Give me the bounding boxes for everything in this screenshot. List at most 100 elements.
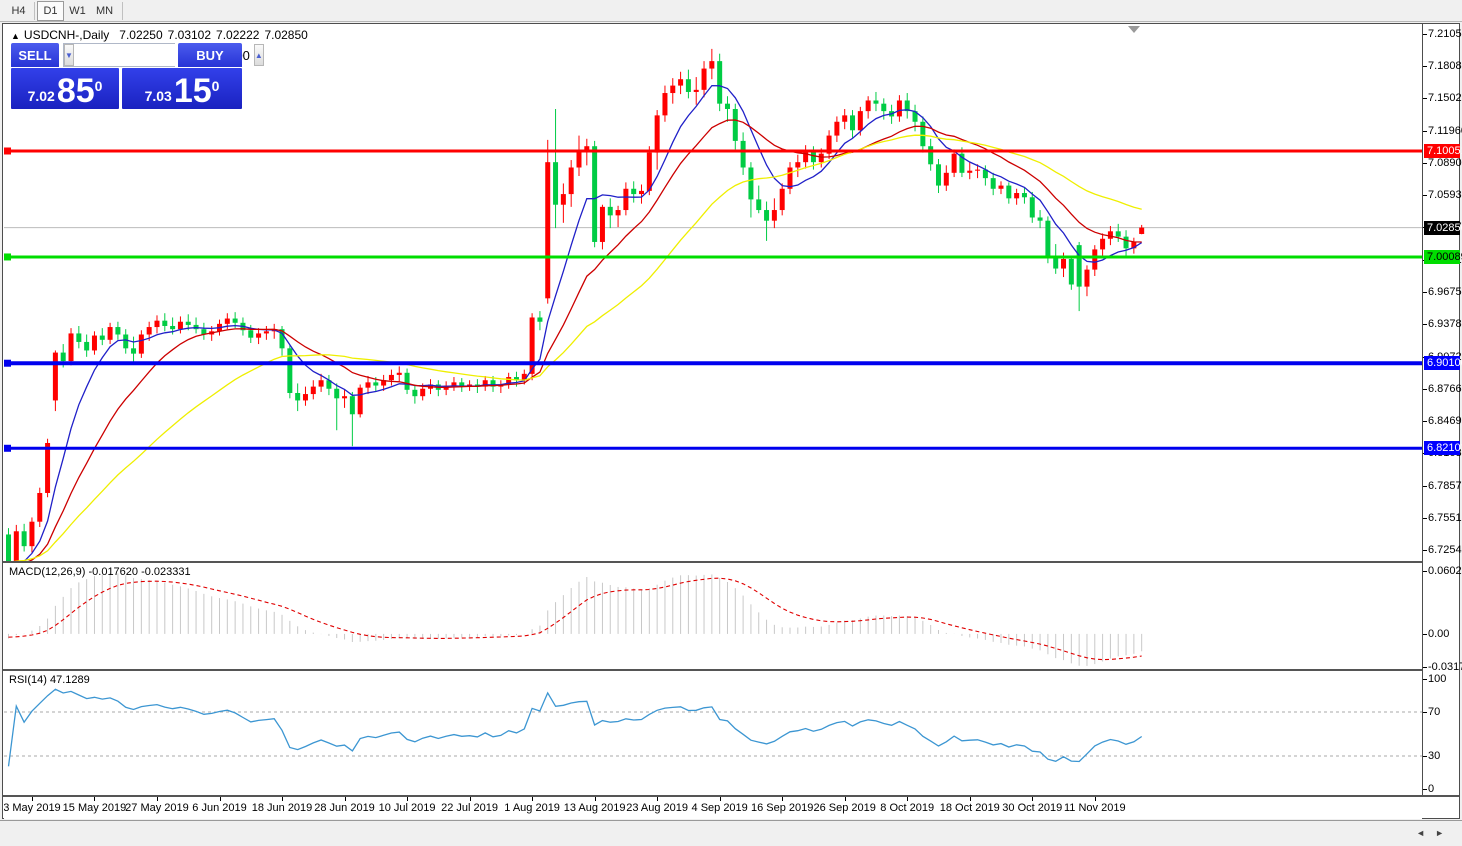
candle-body	[639, 191, 644, 194]
axis-tick	[1423, 571, 1427, 572]
candle-body	[975, 170, 980, 171]
line-edge-handle[interactable]	[4, 360, 11, 367]
time-axis-tick	[845, 797, 846, 801]
candle-body	[850, 115, 855, 130]
time-axis-label: 13 Aug 2019	[564, 802, 626, 814]
candle-body	[725, 104, 730, 109]
chart-shift-marker-icon[interactable]	[1128, 26, 1140, 33]
time-axis-label: 15 May 2019	[63, 802, 127, 814]
price-axis-label: 7.21050	[1428, 28, 1462, 40]
candle-body	[811, 152, 816, 163]
candle-body	[420, 389, 425, 396]
timeframe-button-w1[interactable]: W1	[64, 1, 91, 21]
time-axis-tick	[970, 797, 971, 801]
collapse-panel-icon[interactable]: ▲	[11, 31, 20, 41]
candle-body	[576, 152, 581, 168]
axis-tick	[1423, 789, 1427, 790]
candle-body	[1108, 231, 1113, 238]
candle-body	[459, 382, 464, 385]
candle-body	[920, 122, 925, 146]
rsi-axis-label: 70	[1428, 706, 1440, 718]
price-axis[interactable]: 7.210507.180807.150207.119607.089007.059…	[1422, 24, 1459, 795]
time-axis-tick	[32, 797, 33, 801]
macd-chart-canvas[interactable]	[4, 563, 1422, 669]
candle-body	[592, 146, 597, 242]
candle-body	[69, 333, 74, 361]
axis-tick	[1423, 66, 1427, 67]
candle-body	[717, 61, 722, 104]
time-axis-tick	[345, 797, 346, 801]
volume-decrease-icon[interactable]: ▼	[64, 44, 74, 66]
price-axis-label: 6.75510	[1428, 512, 1462, 524]
macd-axis-label: 0.060273	[1428, 565, 1462, 577]
sell-button[interactable]: SELL	[11, 43, 59, 67]
line-edge-handle[interactable]	[4, 445, 11, 452]
candle-body	[537, 317, 542, 321]
axis-tick	[1423, 389, 1427, 390]
candle-body	[256, 333, 261, 337]
time-axis-label: 18 Oct 2019	[940, 802, 1000, 814]
time-axis[interactable]: 3 May 201915 May 201927 May 20196 Jun 20…	[4, 797, 1422, 819]
candle-body	[1100, 239, 1105, 250]
time-axis-label: 3 May 2019	[4, 802, 61, 814]
buy-button[interactable]: BUY	[178, 43, 242, 67]
axis-tick	[1423, 712, 1427, 713]
macd-label: MACD(12,26,9)	[9, 566, 85, 578]
candle-body	[764, 210, 769, 221]
rsi-axis-label: 100	[1428, 673, 1446, 685]
timeframe-button-d1[interactable]: D1	[37, 1, 64, 21]
candle-body	[389, 375, 394, 380]
candle-body	[451, 382, 456, 385]
ohlc-open: 7.02250	[119, 28, 162, 42]
toolbar-separator	[34, 2, 35, 20]
timeframe-button-h4[interactable]: H4	[5, 1, 32, 21]
candle-body	[1092, 249, 1097, 269]
candle-body	[405, 373, 410, 390]
rsi-chart-canvas[interactable]	[4, 671, 1422, 795]
rsi-indicator-title: RSI(14) 47.1289	[9, 674, 90, 686]
tab-scroll-right-icon[interactable]: ►	[1435, 828, 1454, 838]
candle-body	[61, 353, 66, 362]
line-edge-handle[interactable]	[4, 147, 11, 154]
time-axis-tick	[1095, 797, 1096, 801]
candle-body	[694, 90, 699, 92]
candle-body	[1030, 197, 1035, 217]
sell-price-display[interactable]: 7.02850	[11, 68, 119, 109]
candle-body	[600, 207, 605, 242]
line-edge-handle[interactable]	[4, 253, 11, 260]
candle-body	[131, 348, 136, 353]
candle-body	[1045, 221, 1050, 256]
rsi-line	[9, 689, 1142, 766]
time-axis-label: 23 Aug 2019	[626, 802, 688, 814]
candle-body	[772, 210, 777, 221]
axis-tick	[1423, 486, 1427, 487]
timeframe-button-mn[interactable]: MN	[91, 1, 118, 21]
axis-tick	[1423, 756, 1427, 757]
candle-body	[873, 100, 878, 103]
price-axis-label: 7.05930	[1428, 189, 1462, 201]
tab-scroll-left-icon[interactable]: ◄	[1416, 828, 1435, 838]
candle-body	[647, 153, 652, 191]
candle-body	[342, 396, 347, 398]
candle-body	[303, 394, 308, 400]
candle-body	[123, 334, 128, 348]
candle-body	[233, 319, 238, 323]
buy-price-display[interactable]: 7.03150	[122, 68, 242, 109]
price-badge: 6.90100	[1424, 356, 1460, 370]
candle-body	[6, 534, 11, 561]
price-axis-label: 7.11960	[1428, 125, 1462, 137]
candle-body	[881, 104, 886, 111]
tab-scroll-arrows[interactable]: ◄►	[1416, 828, 1454, 838]
volume-stepper: ▼ ▲	[63, 43, 175, 67]
time-axis-tick	[470, 797, 471, 801]
symbol-tab-bar: ◄►	[0, 820, 1462, 846]
volume-increase-icon[interactable]: ▲	[254, 44, 264, 66]
time-axis-label: 1 Aug 2019	[504, 802, 560, 814]
candle-body	[788, 167, 793, 188]
candle-body	[334, 389, 339, 399]
candle-body	[76, 333, 81, 342]
candle-body	[1124, 237, 1129, 249]
candle-body	[999, 186, 1004, 189]
candle-body	[311, 387, 316, 394]
price-axis-label: 6.96750	[1428, 286, 1462, 298]
